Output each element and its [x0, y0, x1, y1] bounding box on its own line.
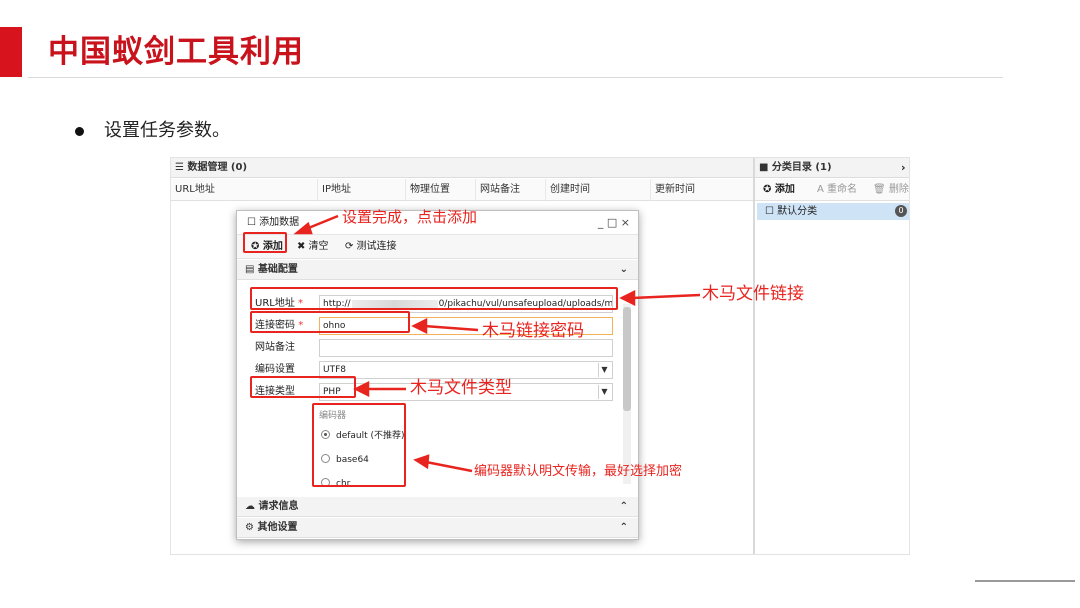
footer-divider — [975, 580, 1075, 582]
annotation-arrows — [293, 214, 701, 473]
annotation-trojan-link: 木马文件链接 — [702, 284, 804, 304]
annotation-encoder-tip: 编码器默认明文传输，最好选择加密 — [474, 464, 683, 479]
annotation-trojan-password: 木马链接密码 — [482, 321, 584, 341]
annotation-done: 设置完成，点击添加 — [342, 208, 478, 226]
annotation-trojan-type: 木马文件类型 — [410, 378, 512, 398]
